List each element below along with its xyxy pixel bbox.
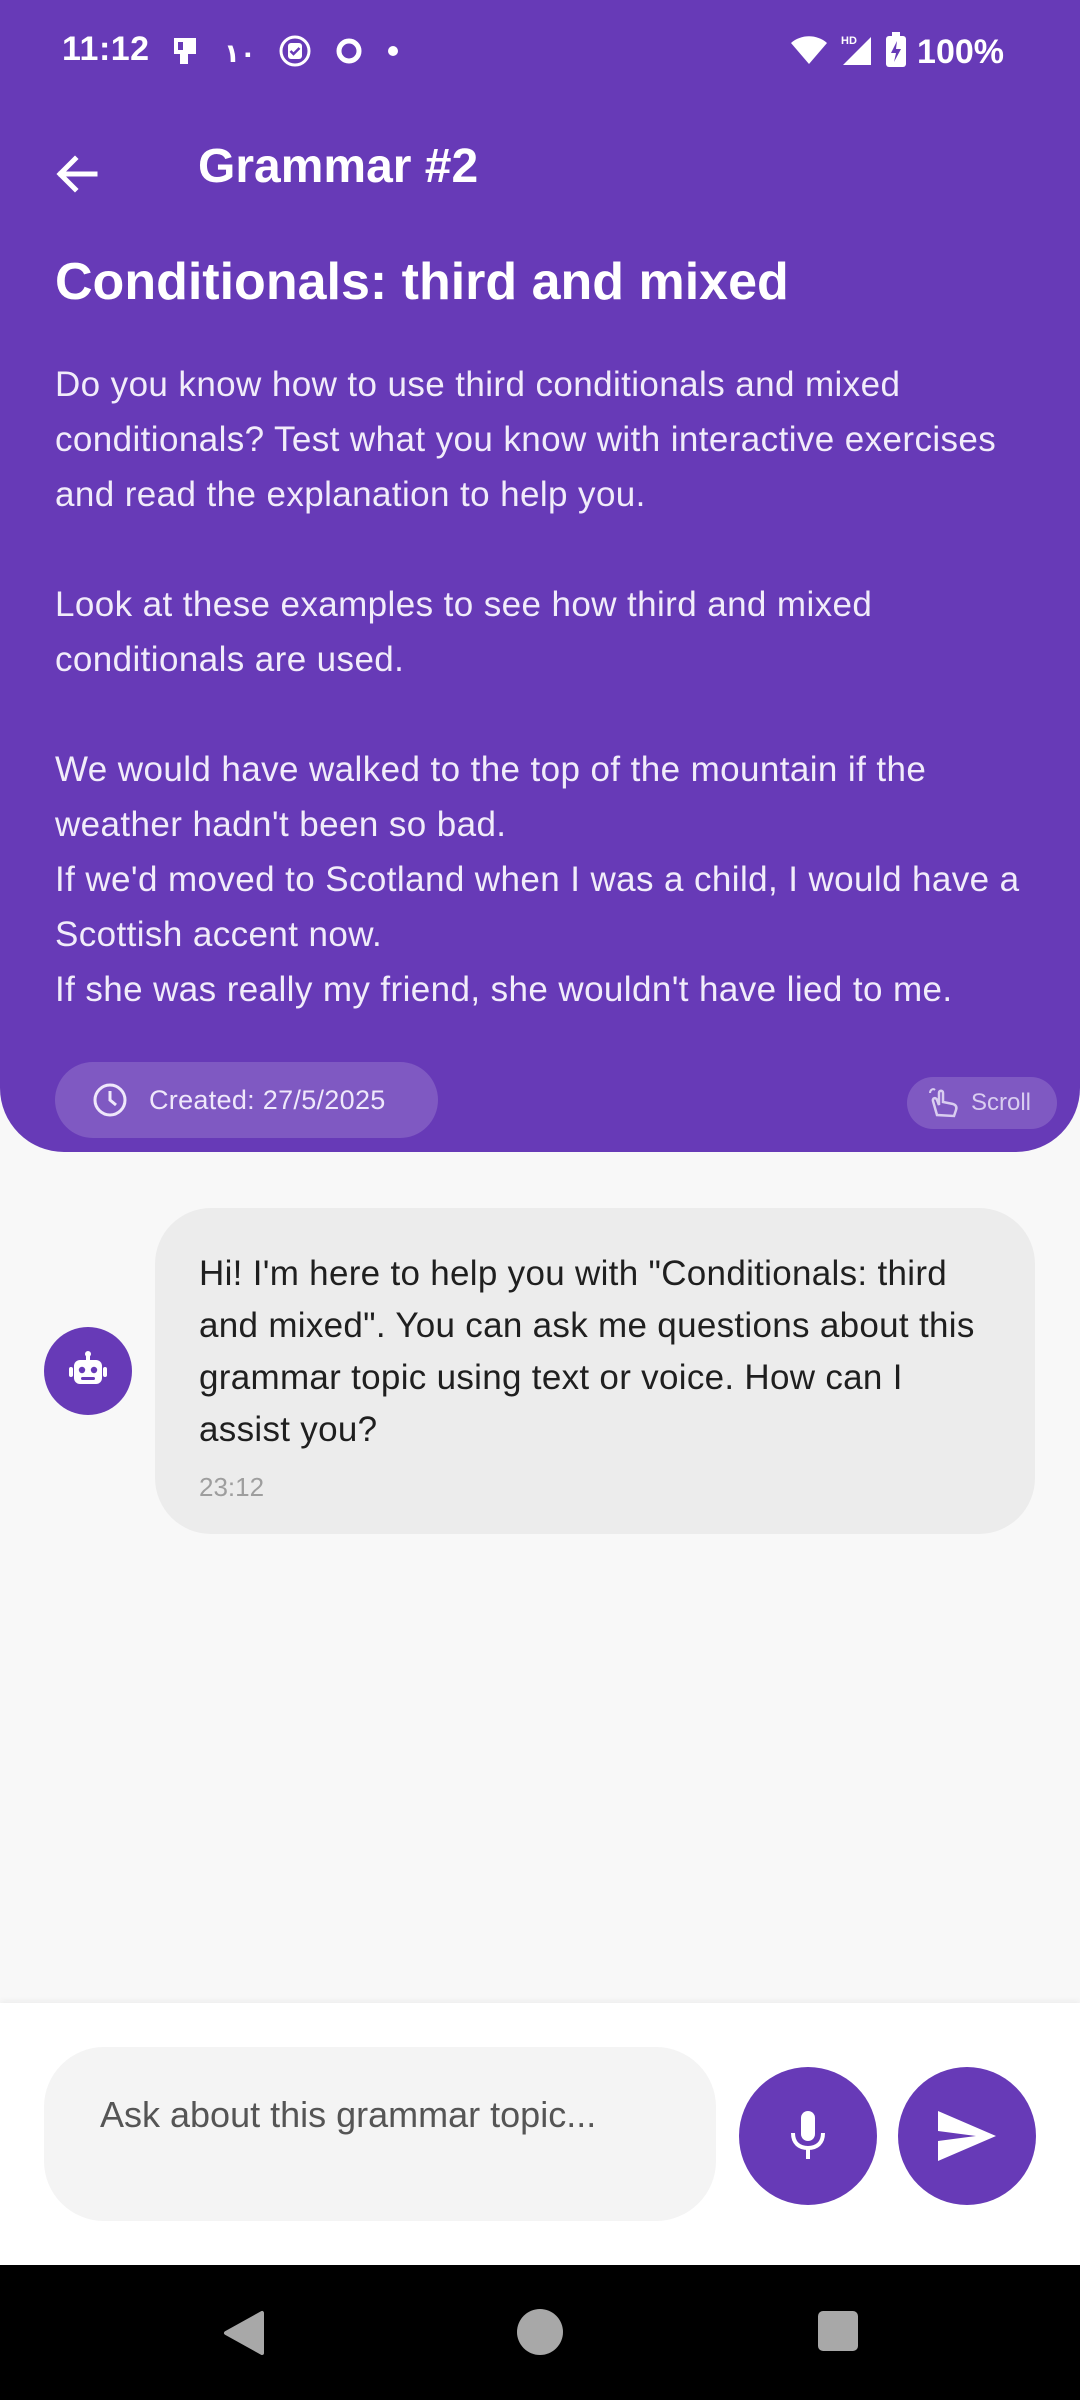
wifi-icon	[789, 33, 829, 72]
nav-back-button[interactable]	[220, 2309, 266, 2362]
svg-text:HD: HD	[841, 35, 857, 47]
battery-charging-icon	[885, 32, 907, 73]
status-bar: 11:12 ١٠ HD 100%	[0, 0, 1080, 110]
page-title: Grammar #2	[198, 140, 479, 193]
notification-icons: ١٠	[168, 34, 400, 73]
back-button[interactable]	[42, 139, 112, 209]
chat-message-bubble: Hi! I'm here to help you with "Condition…	[155, 1208, 1035, 1534]
swipe-hand-icon	[929, 1088, 958, 1118]
lesson-intro: Do you know how to use third conditional…	[55, 365, 997, 514]
scroll-hint-button[interactable]: Scroll	[907, 1077, 1057, 1129]
message-text: Hi! I'm here to help you with "Condition…	[199, 1254, 975, 1449]
microphone-icon	[791, 2111, 825, 2159]
message-timestamp: 23:12	[199, 1472, 265, 1502]
send-button[interactable]	[898, 2067, 1036, 2205]
created-date-label: Created: 27/5/2025	[149, 1084, 386, 1115]
nav-recents-button[interactable]	[818, 2311, 858, 2351]
signal-hd-icon: HD	[839, 33, 875, 72]
dot-icon	[386, 44, 400, 63]
clock-icon	[93, 1083, 127, 1117]
badge-check-icon	[278, 34, 312, 73]
status-time: 11:12	[62, 30, 150, 68]
chat-input[interactable]	[44, 2047, 716, 2221]
lesson-header: 11:12 ١٠ HD 100% Grammar #2 Conditionals…	[0, 0, 1080, 1152]
battery-percent: 100%	[917, 33, 1004, 71]
bot-avatar	[44, 1327, 132, 1415]
scroll-hint-label: Scroll	[971, 1089, 1032, 1116]
lesson-description: Do you know how to use third conditional…	[55, 357, 1040, 1017]
robot-icon	[69, 1351, 107, 1384]
lesson-examples-intro: Look at these examples to see how third …	[55, 585, 873, 679]
lesson-title: Conditionals: third and mixed	[55, 253, 789, 311]
message-composer	[0, 2003, 1080, 2265]
system-icons: HD 100%	[789, 32, 1004, 73]
arabic-numeral-icon: ١٠	[224, 38, 256, 68]
voice-input-button[interactable]	[739, 2067, 877, 2205]
triangle-back-icon	[224, 2311, 264, 2355]
send-icon	[938, 2111, 996, 2161]
lesson-example: If she was really my friend, she wouldn'…	[55, 970, 953, 1009]
arrow-back-icon	[56, 155, 98, 193]
lesson-example: If we'd moved to Scotland when I was a c…	[55, 860, 1020, 954]
nav-home-button[interactable]	[517, 2309, 563, 2355]
system-navigation-bar	[0, 2265, 1080, 2400]
sim-card-icon	[168, 34, 202, 73]
app-bar: Grammar #2	[0, 115, 1080, 225]
created-date-chip: Created: 27/5/2025	[55, 1062, 438, 1138]
lesson-example: We would have walked to the top of the m…	[55, 750, 927, 844]
circle-icon	[334, 36, 364, 71]
